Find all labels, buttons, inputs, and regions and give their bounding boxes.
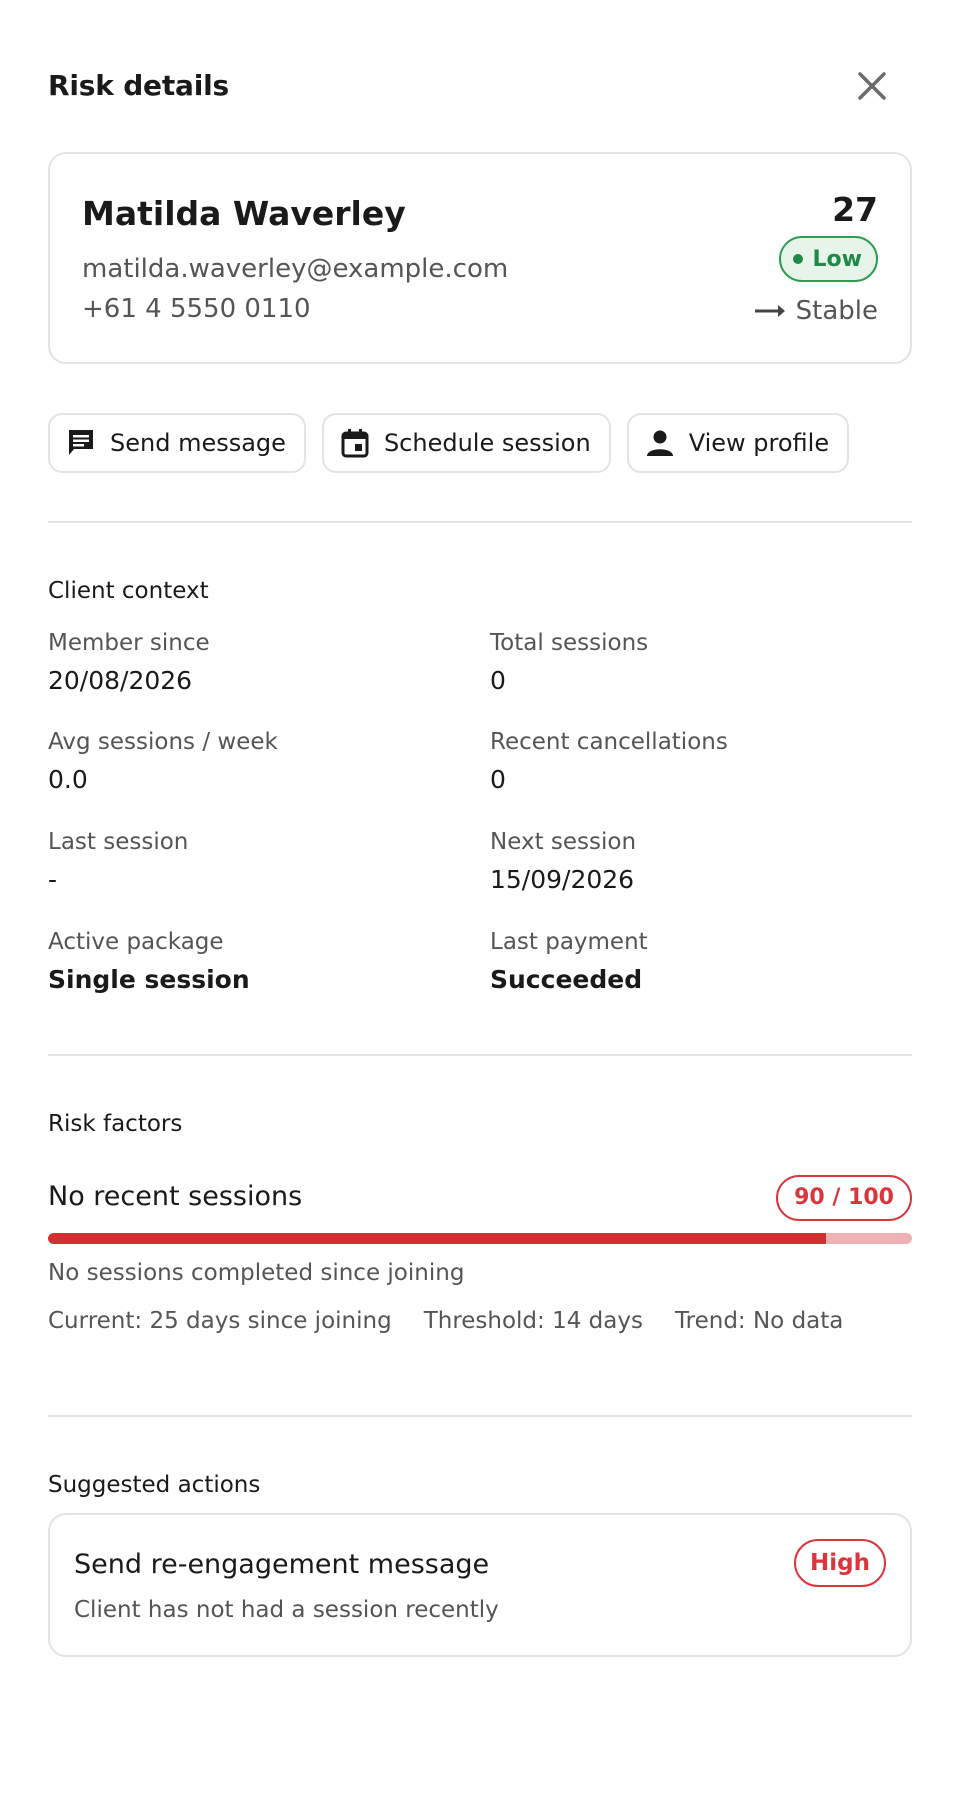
risk-factor-progress-fill — [48, 1233, 826, 1244]
risk-factor-name: No recent sessions — [48, 1181, 303, 1212]
risk-factor-progress-bar — [48, 1233, 912, 1244]
panel-header: Risk details — [48, 64, 912, 108]
risk-score: 27 — [832, 190, 878, 229]
risk-factor-score-badge: 90 / 100 — [776, 1175, 912, 1221]
calendar-icon — [341, 429, 369, 458]
context-value: 20/08/2026 — [48, 666, 193, 695]
message-icon — [69, 430, 93, 455]
divider — [48, 1415, 912, 1417]
arrow-right-icon — [754, 305, 785, 317]
context-last-payment: Last payment Succeeded — [490, 929, 648, 994]
status-dot-icon — [792, 254, 803, 264]
suggested-action-title: Send re-engagement message — [74, 1549, 490, 1580]
send-message-button[interactable]: Send message — [48, 413, 306, 473]
risk-factor-threshold: Threshold: 14 days — [423, 1308, 643, 1334]
schedule-session-button[interactable]: Schedule session — [321, 413, 611, 473]
view-profile-button[interactable]: View profile — [626, 413, 850, 473]
divider — [48, 521, 912, 523]
risk-factor-current: Current: 25 days since joining — [48, 1308, 392, 1334]
suggested-actions-title: Suggested actions — [48, 1472, 261, 1498]
risk-level-label: Low — [812, 246, 862, 272]
risk-factor-description: No sessions completed since joining — [48, 1260, 465, 1286]
context-label: Last session — [48, 829, 189, 855]
context-label: Recent cancellations — [490, 729, 728, 755]
context-avg-sessions: Avg sessions / week 0.0 — [48, 729, 278, 794]
view-profile-label: View profile — [688, 429, 830, 457]
context-value: Succeeded — [490, 965, 643, 994]
context-next-session: Next session 15/09/2026 — [490, 829, 636, 894]
priority-badge: High — [794, 1539, 886, 1587]
context-label: Next session — [490, 829, 637, 855]
context-label: Member since — [48, 630, 210, 656]
send-message-label: Send message — [110, 429, 286, 457]
page-title: Risk details — [48, 69, 229, 102]
context-value: - — [48, 865, 58, 894]
risk-trend: Stable — [754, 296, 878, 326]
context-label: Active package — [48, 929, 224, 955]
context-label: Last payment — [490, 929, 648, 955]
client-phone: +61 4 5550 0110 — [82, 294, 311, 324]
divider — [48, 1054, 912, 1056]
context-active-package: Active package Single session — [48, 929, 250, 994]
context-value: Single session — [48, 965, 250, 994]
context-member-since: Member since 20/08/2026 — [48, 630, 210, 695]
context-recent-cancellations: Recent cancellations 0 — [490, 729, 728, 794]
client-name: Matilda Waverley — [82, 194, 406, 233]
person-icon — [646, 430, 673, 456]
close-icon[interactable] — [852, 66, 892, 106]
context-label: Total sessions — [490, 630, 649, 656]
context-value: 15/09/2026 — [490, 865, 635, 894]
context-value: 0.0 — [48, 765, 88, 794]
risk-factors-title: Risk factors — [48, 1111, 183, 1137]
risk-level-badge: Low — [778, 236, 878, 282]
quick-actions: Send message Schedule session View profi… — [48, 413, 850, 473]
context-value: 0 — [490, 765, 506, 794]
context-last-session: Last session - — [48, 829, 188, 894]
context-value: 0 — [490, 666, 506, 695]
trend-label: Stable — [795, 296, 878, 326]
client-email: matilda.waverley@example.com — [82, 254, 509, 284]
risk-factor-meta: Current: 25 days since joining Threshold… — [48, 1308, 843, 1334]
client-context-title: Client context — [48, 578, 209, 604]
risk-factor-trend: Trend: No data — [674, 1308, 844, 1334]
suggested-action-card[interactable]: Send re-engagement message Client has no… — [48, 1513, 912, 1657]
suggested-action-description: Client has not had a session recently — [74, 1597, 499, 1623]
close-button[interactable] — [852, 66, 892, 106]
client-summary-card: Matilda Waverley matilda.waverley@exampl… — [48, 152, 912, 364]
context-total-sessions: Total sessions 0 — [490, 630, 648, 695]
schedule-session-label: Schedule session — [383, 429, 591, 457]
context-label: Avg sessions / week — [48, 729, 278, 755]
